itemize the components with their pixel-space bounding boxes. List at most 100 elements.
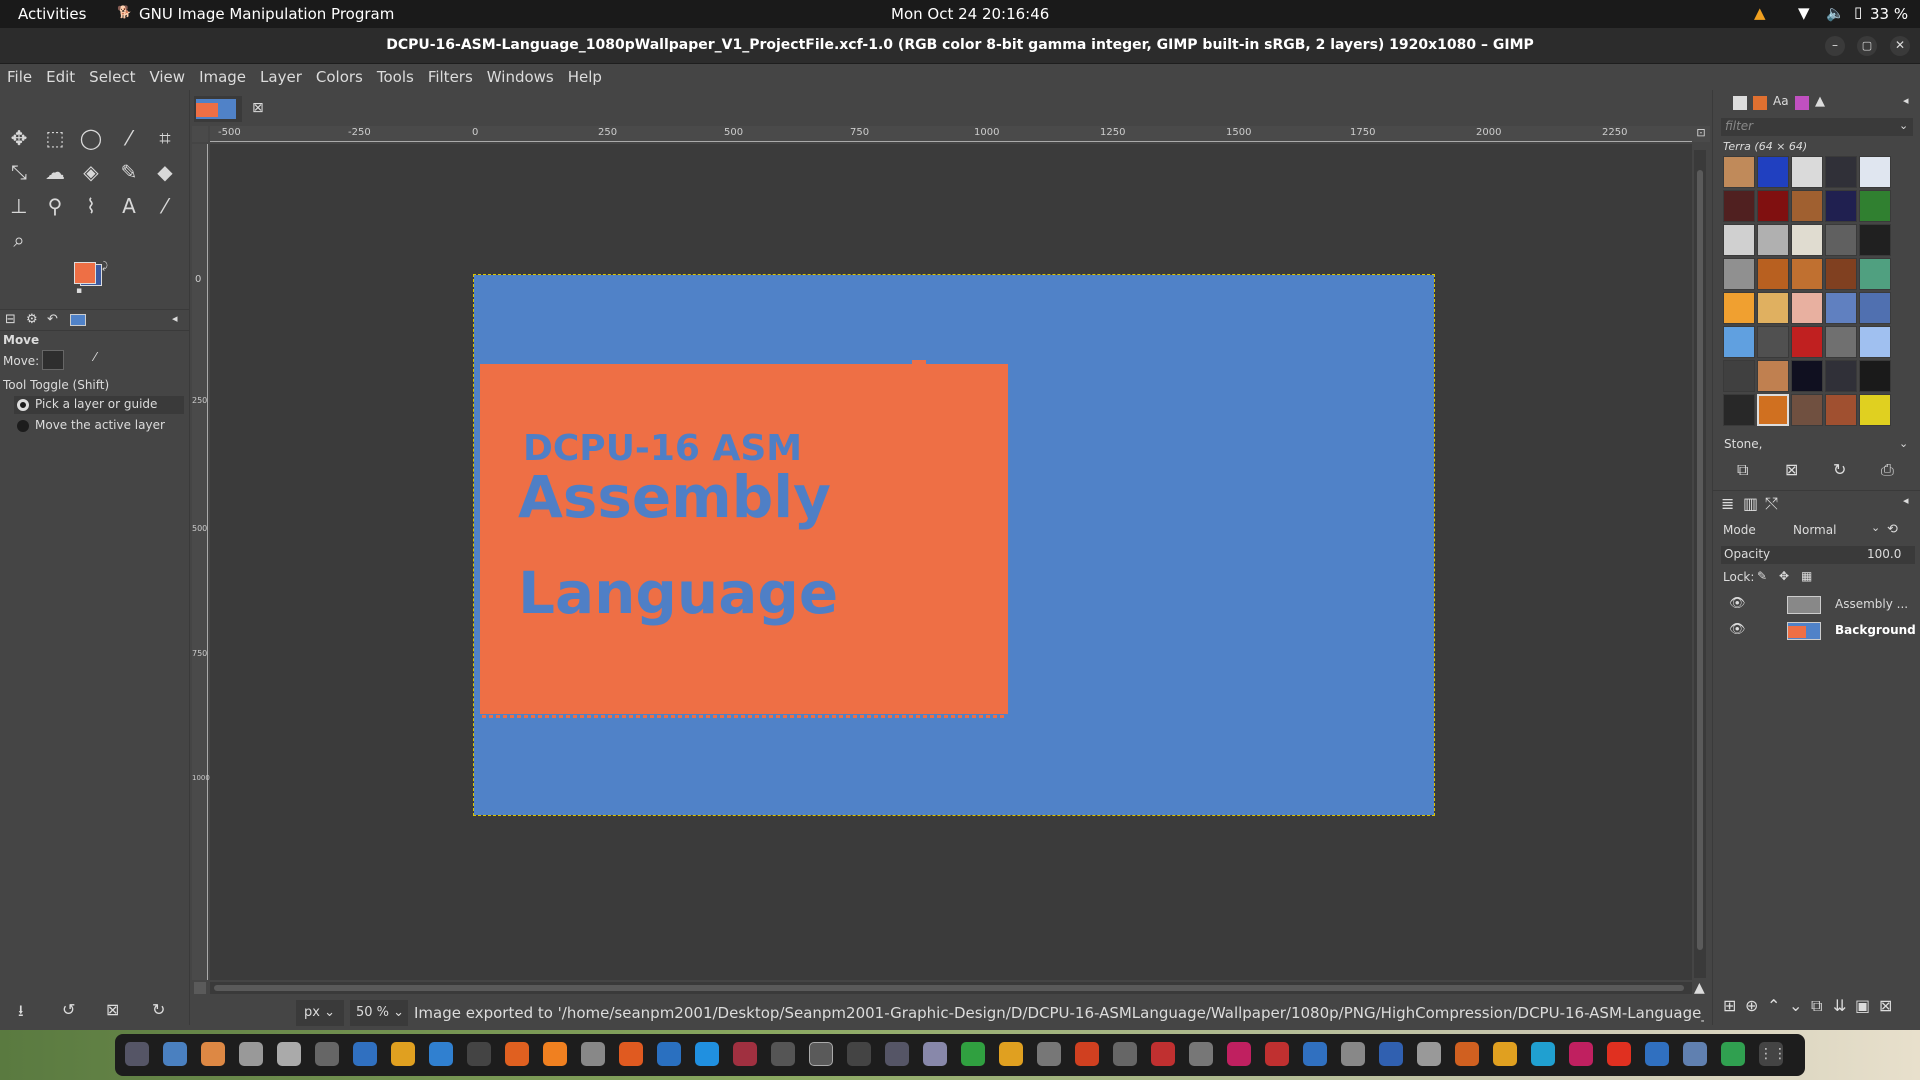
app-launcher-icon[interactable] (1645, 1042, 1669, 1066)
menu-filters[interactable]: Filters (421, 64, 480, 86)
mode-select[interactable]: Normal (1793, 523, 1836, 537)
pattern-swatch[interactable] (1825, 326, 1857, 358)
zoom-selector[interactable]: 50 % ⌄ (350, 1000, 408, 1026)
pattern-filter-input[interactable]: filter ⌄ (1721, 118, 1913, 136)
new-layer-icon[interactable]: ⊕ (1745, 996, 1758, 1015)
pattern-swatch[interactable] (1723, 394, 1755, 426)
ruler-left[interactable]: 0 250 500 750 1000 (192, 144, 210, 980)
battery-icon[interactable]: ▯ (1854, 3, 1862, 21)
app-launcher-icon[interactable] (999, 1042, 1023, 1066)
app-launcher-icon[interactable] (581, 1042, 605, 1066)
pattern-swatch[interactable] (1859, 258, 1891, 290)
activities-button[interactable]: Activities (18, 5, 86, 23)
lower-layer-icon[interactable]: ⌄ (1789, 996, 1802, 1015)
pattern-tag-select[interactable]: Stone, ⌄ (1721, 436, 1913, 454)
reset-options-icon[interactable]: ↻ (152, 1000, 165, 1019)
move-tool-icon[interactable]: ✥ (4, 123, 34, 153)
app-launcher-icon[interactable] (1341, 1042, 1365, 1066)
app-launcher-icon[interactable] (1265, 1042, 1289, 1066)
warp-tool-icon[interactable]: ☁ (40, 157, 70, 187)
app-launcher-icon[interactable] (657, 1042, 681, 1066)
crop-tool-icon[interactable]: ⌗ (150, 123, 180, 153)
horizontal-scrollbar[interactable] (210, 982, 1692, 994)
navigate-icon[interactable]: ⊡ (1692, 126, 1710, 142)
help-launcher-icon[interactable] (695, 1042, 719, 1066)
tool-options-tab-icon[interactable]: ⊟ (5, 312, 16, 327)
pattern-swatch[interactable] (1859, 224, 1891, 256)
chevron-down-icon[interactable]: ⌄ (1871, 521, 1880, 534)
default-colors-icon[interactable]: ▪ (76, 286, 82, 296)
pattern-swatch[interactable] (1791, 190, 1823, 222)
pattern-grid[interactable] (1723, 156, 1899, 426)
pattern-swatch[interactable] (1757, 360, 1789, 392)
terminal-launcher-icon[interactable] (467, 1042, 491, 1066)
paintbrush-icon[interactable]: ✎ (114, 157, 144, 187)
app-launcher-icon[interactable] (1607, 1042, 1631, 1066)
app-launcher-icon[interactable] (391, 1042, 415, 1066)
text-tool-icon[interactable]: A (114, 191, 144, 221)
paths-tab-icon[interactable]: ⤲ (1765, 494, 1778, 514)
pattern-swatch[interactable] (1825, 292, 1857, 324)
app-launcher-icon[interactable] (1227, 1042, 1251, 1066)
menu-help[interactable]: Help (561, 64, 609, 86)
unit-selector[interactable]: px ⌄ (296, 1000, 344, 1026)
pattern-swatch[interactable] (1859, 190, 1891, 222)
menu-select[interactable]: Select (82, 64, 142, 86)
wifi-icon[interactable]: ▼ (1798, 4, 1810, 22)
menu-file[interactable]: File (0, 64, 39, 86)
brushes-tab-icon[interactable] (1733, 96, 1747, 110)
delete-options-icon[interactable]: ⊠ (106, 1000, 119, 1019)
app-launcher-icon[interactable] (429, 1042, 453, 1066)
new-layer-group-icon[interactable]: ⊞ (1723, 996, 1736, 1015)
ruler-top[interactable]: -500 -250 0 250 500 750 1000 1250 1500 1… (210, 126, 1692, 142)
pattern-swatch[interactable] (1723, 360, 1755, 392)
merge-layer-icon[interactable]: ⇊ (1833, 996, 1846, 1015)
pattern-swatch[interactable] (1791, 224, 1823, 256)
dock-menu-icon[interactable]: ◂ (1903, 94, 1909, 107)
app-launcher-icon[interactable] (1683, 1042, 1707, 1066)
pattern-swatch[interactable] (1825, 394, 1857, 426)
move-path-mode-button[interactable]: ⁄ (94, 350, 116, 370)
layers-tab-icon[interactable]: ≣ (1721, 494, 1734, 513)
pattern-swatch[interactable] (1859, 360, 1891, 392)
canvas-area[interactable]: DCPU-16 ASM Assembly Language (210, 144, 1692, 980)
zoom-tool-icon[interactable]: ⌕ (4, 225, 34, 255)
raise-layer-icon[interactable]: ⌃ (1767, 996, 1780, 1015)
device-status-tab-icon[interactable]: ⚙ (26, 312, 38, 327)
rect-select-tool-icon[interactable]: ⬚ (40, 123, 70, 153)
pick-layer-option[interactable]: Pick a layer or guide (14, 396, 184, 414)
pattern-swatch[interactable] (1791, 156, 1823, 188)
vlc-tray-icon[interactable]: ▲ (1754, 4, 1766, 22)
pattern-swatch[interactable] (1723, 190, 1755, 222)
radio-checked[interactable] (17, 399, 29, 411)
menu-layer[interactable]: Layer (253, 64, 309, 86)
lock-pixels-icon[interactable]: ✎ (1757, 569, 1767, 583)
volume-icon[interactable]: 🔈 (1826, 4, 1845, 22)
lasso-tool-icon[interactable]: ◯ (76, 123, 106, 153)
pattern-swatch[interactable] (1825, 156, 1857, 188)
clone-tool-icon[interactable]: ⊥ (4, 191, 34, 221)
pattern-swatch[interactable] (1825, 190, 1857, 222)
pattern-swatch[interactable] (1723, 156, 1755, 188)
duplicate-pattern-icon[interactable]: ⧉ (1737, 460, 1748, 480)
lock-alpha-icon[interactable]: ▦ (1801, 569, 1812, 583)
close-button[interactable]: ✕ (1890, 36, 1910, 56)
app-launcher-icon[interactable] (1151, 1042, 1175, 1066)
app-launcher-icon[interactable] (239, 1042, 263, 1066)
quick-mask-toggle[interactable] (194, 982, 206, 994)
app-launcher-icon[interactable] (1569, 1042, 1593, 1066)
app-launcher-icon[interactable] (1303, 1042, 1327, 1066)
layer-item[interactable]: 👁 Assembly ... (1721, 594, 1915, 616)
menu-image[interactable]: Image (192, 64, 253, 86)
app-launcher-icon[interactable] (277, 1042, 301, 1066)
pattern-swatch[interactable] (1757, 258, 1789, 290)
pattern-swatch[interactable] (1859, 292, 1891, 324)
pattern-swatch[interactable] (1825, 258, 1857, 290)
pattern-swatch-selected[interactable] (1757, 394, 1789, 426)
fuzzy-select-tool-icon[interactable]: ⁄ (114, 123, 144, 153)
app-launcher-icon[interactable] (923, 1042, 947, 1066)
composite-mode-icon[interactable]: ⟲ (1887, 522, 1898, 537)
app-launcher-icon[interactable] (619, 1042, 643, 1066)
layer-item[interactable]: 👁 Background (1721, 620, 1916, 642)
lock-position-icon[interactable]: ✥ (1779, 569, 1789, 583)
